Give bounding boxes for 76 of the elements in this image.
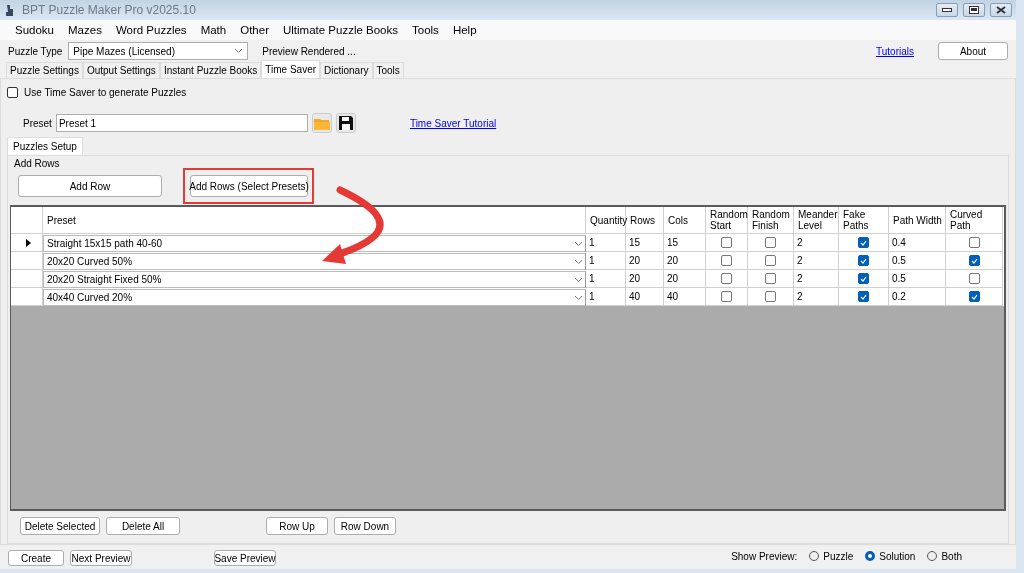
radio-label: Puzzle [823,550,854,562]
minimize-button[interactable] [936,3,958,17]
checkbox[interactable] [858,291,869,302]
tab[interactable]: Puzzle Settings [6,62,83,78]
current-row-icon [25,238,31,247]
radio-label: Solution [879,550,916,562]
checkbox[interactable] [765,237,776,248]
row-move-button[interactable]: Row Up [266,517,328,535]
checkbox[interactable] [7,86,18,98]
tutorial-link[interactable]: Time Saver Tutorial [409,117,497,129]
checkbox[interactable] [968,291,980,302]
checkbox[interactable] [858,273,869,284]
checkbox[interactable] [968,255,980,266]
menu-item[interactable]: Math [193,24,234,36]
table-cell: 0.2 [889,288,946,306]
checkbox[interactable] [858,255,869,266]
table-cell: 2 [794,288,839,306]
checkbox[interactable] [721,273,732,284]
add-row-button[interactable]: Add Rows (Select Presets) [190,175,308,197]
checkbox[interactable] [721,291,732,302]
preset-dropdown[interactable]: Straight 15x15 path 40-60 [43,235,586,252]
puzzle-type-label: Puzzle Type [8,45,63,57]
tutorials-link[interactable]: Tutorials [876,45,914,57]
tab[interactable]: Instant Puzzle Books [159,62,262,78]
row-action-button[interactable]: Delete Selected [20,517,100,535]
checkbox[interactable] [721,255,732,266]
folder-icon [313,116,330,130]
checkbox-label: Use Time Saver to generate Puzzles [24,86,187,98]
puzzle-type-dropdown[interactable]: Pipe Mazes (Licensed) [68,42,249,60]
action-button[interactable]: Next Preview [70,550,132,566]
action-button[interactable]: Save Preview [214,550,276,566]
tab[interactable]: Dictionary [320,62,373,78]
close-button[interactable] [990,3,1012,17]
action-button[interactable]: Create [8,550,64,566]
menu-item[interactable]: Sudoku [8,24,61,36]
tab[interactable]: Puzzles Setup [7,137,83,155]
menu-item[interactable]: Tools [405,24,446,36]
window-title: BPT Puzzle Maker Pro v2025.10 [22,3,197,17]
preset-field[interactable]: Preset 1 [55,114,308,132]
table-cell: 40 [664,288,706,306]
add-row-button[interactable]: Add Row [18,175,162,197]
status-text: Preview Rendered ... [262,45,356,57]
maximize-icon [969,6,979,14]
tab[interactable]: Output Settings [82,62,160,78]
preset-dropdown[interactable]: 40x40 Curved 20% [43,289,586,306]
checkbox[interactable] [721,237,732,248]
menu-item[interactable]: Help [445,24,484,36]
radio-button[interactable] [865,551,876,561]
row-move-button[interactable]: Row Down [334,517,396,535]
menu-item[interactable]: Mazes [61,24,109,36]
tab[interactable]: Time Saver [261,60,321,78]
menu-item[interactable]: Ultimate Puzzle Books [275,24,405,36]
tab[interactable]: Tools [372,62,404,78]
table-cell: 1 [586,288,626,306]
checkbox[interactable] [765,255,776,266]
row-action-button[interactable]: Delete All [106,517,180,535]
preset-label: Preset [23,117,52,129]
show-preview-label: Show Preview: [731,550,798,562]
checkbox[interactable] [968,273,980,284]
group-title: Add Rows [14,158,61,169]
checkbox[interactable] [765,291,776,302]
preset-dropdown[interactable]: 20x20 Straight Fixed 50% [43,271,586,288]
preset-dropdown[interactable]: 20x20 Curved 50% [43,253,586,270]
table-cell: 40 [626,288,664,306]
checkbox[interactable] [765,273,776,284]
checkbox[interactable] [858,237,869,248]
close-icon [996,6,1006,14]
minimize-icon [942,8,952,12]
save-button[interactable] [335,113,356,133]
maximize-button[interactable] [963,3,985,17]
menu-item[interactable]: Word Puzzles [108,24,194,36]
radio-label: Both [941,550,962,562]
menu-item[interactable]: Other [233,24,276,36]
about-button[interactable]: About [938,42,1008,60]
checkbox[interactable] [968,237,980,248]
row-header-cell[interactable] [11,288,43,306]
